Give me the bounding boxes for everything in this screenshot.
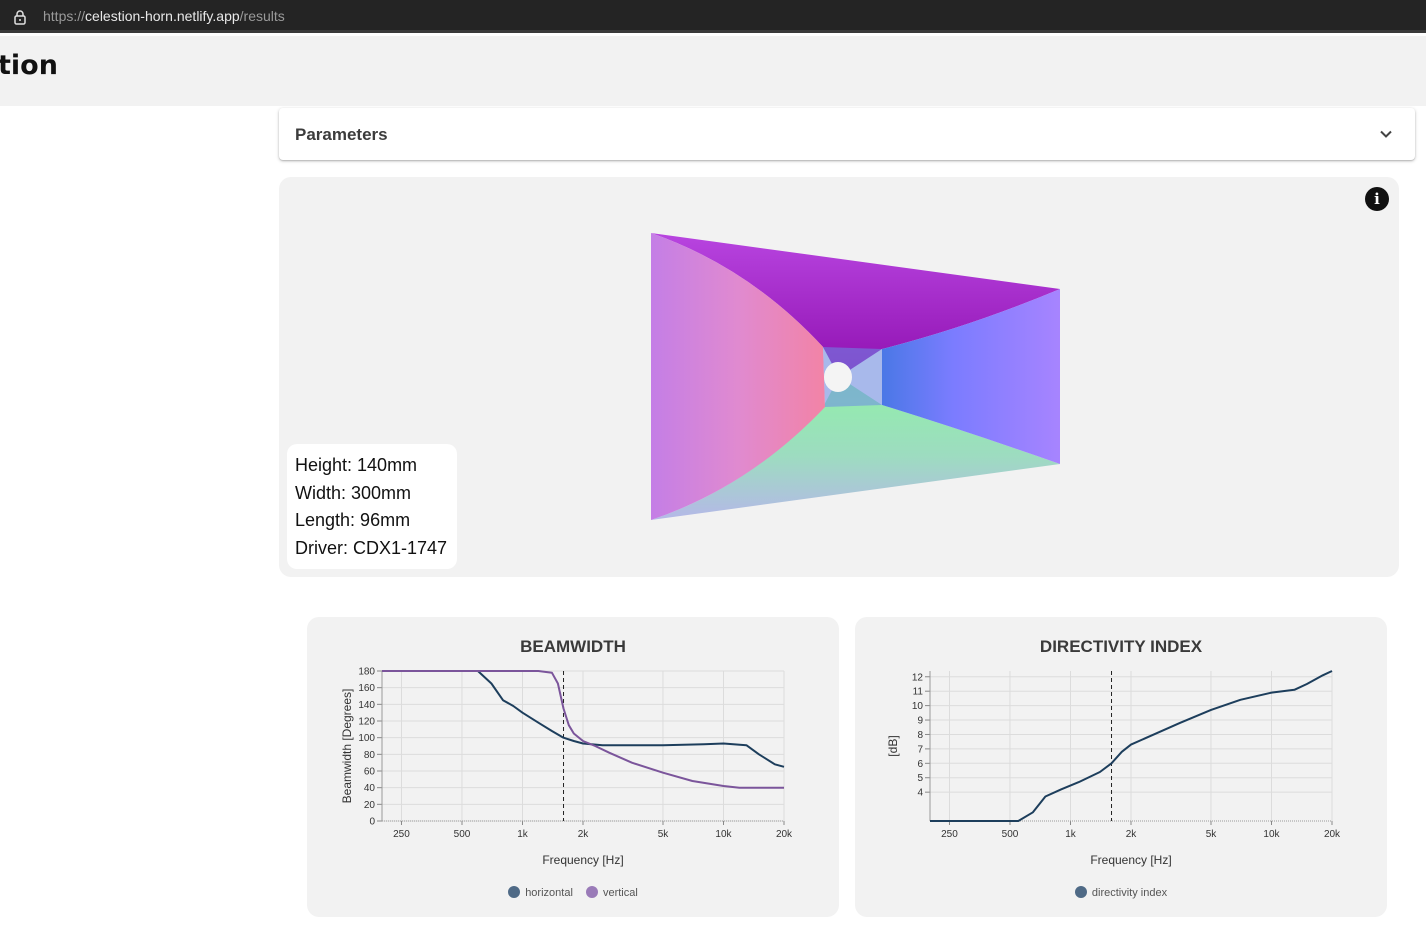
beamwidth-y-tick-label: 100 xyxy=(358,733,375,744)
beamwidth-y-tick-label: 40 xyxy=(364,783,376,794)
directivity-y-tick-label: 10 xyxy=(912,701,924,712)
directivity-y-tick-label: 8 xyxy=(917,730,923,741)
legend-swatch-vertical xyxy=(585,886,598,898)
beamwidth-x-axis-title: Frequency [Hz] xyxy=(542,853,623,867)
beamwidth-y-tick-label: 0 xyxy=(369,817,375,828)
directivity-x-tick-label: 500 xyxy=(1002,829,1019,840)
beamwidth-y-tick-label: 80 xyxy=(364,750,376,761)
url-path: /results xyxy=(239,8,285,24)
url-host: celestion-horn.netlify.app xyxy=(85,8,240,24)
directivity-y-tick-label: 4 xyxy=(917,788,923,799)
legend-swatch-directivity xyxy=(1074,886,1087,898)
horn-3d-viewer[interactable]: i Height: 140mm Width: 300mm Length: 96m… xyxy=(279,177,1399,577)
width-value: Width: 300mm xyxy=(295,482,412,503)
legend-swatch-horizontal xyxy=(508,886,521,898)
beamwidth-chart[interactable]: 0 20 40 60 80 100 120 140 160 180 250 500 1k 2k 5k 10k 2… xyxy=(307,617,839,917)
directivity-y-tick-label: 5 xyxy=(917,773,923,784)
lock-icon xyxy=(14,10,26,25)
driver-value: Driver: CDX1-1747 xyxy=(295,537,448,558)
beamwidth-y-tick-label: 60 xyxy=(364,767,376,778)
logo[interactable]: tion xyxy=(0,50,58,81)
info-icon-glyph: i xyxy=(1374,190,1380,208)
dimensions-panel: Height: 140mm Width: 300mm Length: 96mm … xyxy=(287,444,457,569)
directivity-chart[interactable]: 4 5 6 7 8 9 10 11 12 250 500 1k 2k 5k 10k 20k Frequency … xyxy=(855,617,1387,917)
directivity-x-tick-label: 2k xyxy=(1126,829,1138,840)
beamwidth-x-tick-label: 2k xyxy=(578,829,590,840)
directivity-y-tick-label: 9 xyxy=(917,716,923,727)
beamwidth-x-tick-label: 10k xyxy=(715,829,732,840)
beamwidth-y-tick-label: 160 xyxy=(358,683,375,694)
directivity-x-tick-label: 10k xyxy=(1263,829,1280,840)
site-header: tion xyxy=(0,36,1426,106)
browser-address-bar[interactable]: https://celestion-horn.netlify.app/resul… xyxy=(0,0,1426,33)
directivity-chart-card: DIRECTIVITY INDEX 4 5 6 7 8 9 10 11 12 250 500 1k 2k… xyxy=(855,617,1387,917)
directivity-x-tick-label: 1k xyxy=(1065,829,1077,840)
beamwidth-x-tick-label: 250 xyxy=(393,829,410,840)
beamwidth-chart-card: BEAMWIDTH 0 20 40 60 80 100 120 140 160 180 250 500… xyxy=(307,617,839,917)
beamwidth-y-tick-label: 120 xyxy=(358,717,375,728)
chevron-down-icon[interactable] xyxy=(1379,127,1393,141)
legend-item-horizontal[interactable]: horizontal xyxy=(508,886,573,899)
beamwidth-legend: horizontal vertical xyxy=(307,886,839,899)
directivity-x-tick-label: 20k xyxy=(1324,829,1341,840)
beamwidth-x-tick-label: 500 xyxy=(454,829,471,840)
length-value: Length: 96mm xyxy=(295,510,411,530)
beamwidth-y-axis-title: Beamwidth [Degrees] xyxy=(340,689,354,804)
legend-item-vertical[interactable]: vertical xyxy=(585,886,638,899)
height-value: Height: 140mm xyxy=(295,455,418,475)
legend-label-vertical: vertical xyxy=(602,887,638,899)
parameters-title: Parameters xyxy=(295,125,388,144)
parameters-accordion[interactable]: Parameters xyxy=(279,108,1415,160)
directivity-y-axis-title: [dB] xyxy=(886,735,900,756)
info-icon[interactable]: i xyxy=(1365,187,1389,211)
url-scheme: https:// xyxy=(43,8,86,24)
legend-label-directivity: directivity index xyxy=(1091,887,1168,899)
url-text[interactable]: https://celestion-horn.netlify.app/resul… xyxy=(43,8,285,24)
directivity-y-tick-label: 12 xyxy=(912,672,924,683)
beamwidth-x-tick-label: 5k xyxy=(658,829,670,840)
beamwidth-y-tick-label: 140 xyxy=(358,700,375,711)
directivity-x-tick-label: 5k xyxy=(1206,829,1218,840)
beamwidth-y-tick-label: 180 xyxy=(358,667,375,678)
beamwidth-x-tick-label: 1k xyxy=(517,829,529,840)
directivity-legend: directivity index xyxy=(855,886,1387,899)
directivity-x-tick-label: 250 xyxy=(941,829,958,840)
legend-label-horizontal: horizontal xyxy=(525,887,573,899)
beamwidth-x-tick-label: 20k xyxy=(776,829,793,840)
legend-item-directivity[interactable]: directivity index xyxy=(1074,886,1168,899)
directivity-y-tick-label: 7 xyxy=(917,744,923,755)
directivity-x-axis-title: Frequency [Hz] xyxy=(1090,853,1171,867)
directivity-y-tick-label: 11 xyxy=(913,687,924,698)
beamwidth-y-tick-label: 20 xyxy=(364,800,376,811)
directivity-y-tick-label: 6 xyxy=(917,759,923,770)
